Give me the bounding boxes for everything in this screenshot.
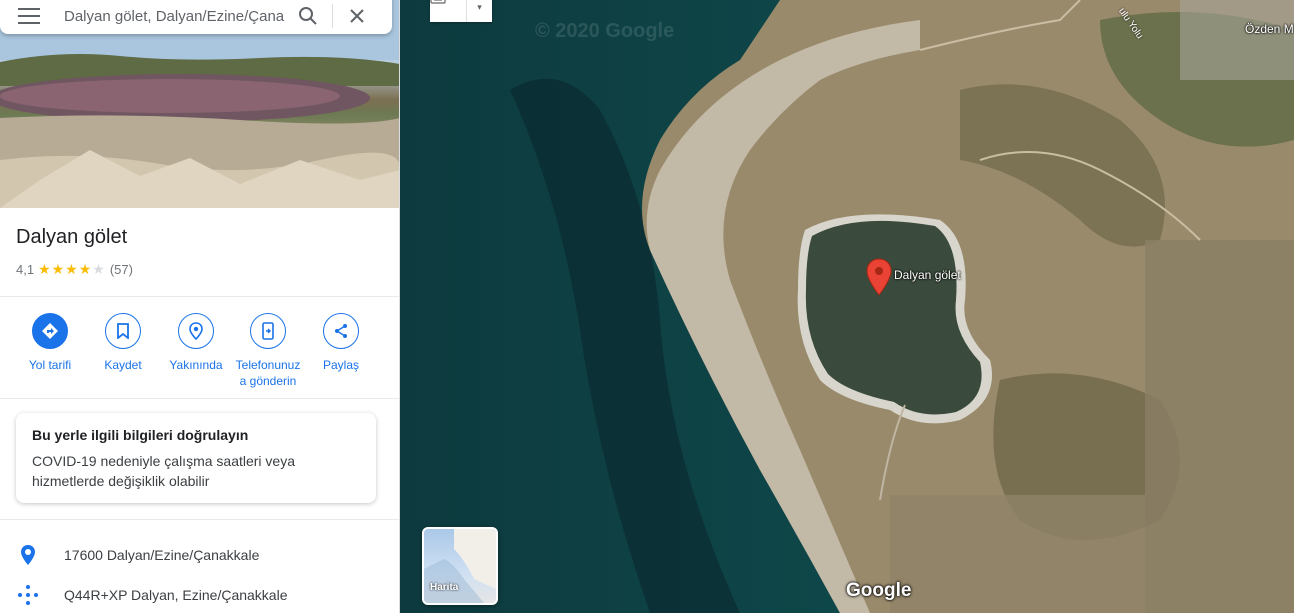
place-photo[interactable] [0,0,399,208]
share-icon [323,313,359,349]
action-bar: Yol tarifi Kaydet Yakınında Telefonunuz … [0,313,399,393]
save-button[interactable]: Kaydet [86,313,160,373]
town-label-text: Özden M [1245,22,1294,36]
plus-code-text: Q44R+XP Dalyan, Ezine/Çanakkale [64,587,288,603]
satellite-map[interactable]: © 2020 Google ▾ ulu Yolu Özden M Dalyan … [400,0,1294,613]
town-label[interactable]: Özden M [1245,22,1294,36]
rating-stars: ★★★★★ [38,261,106,277]
save-label: Kaydet [104,358,142,372]
card-title: Bu yerle ilgili bilgileri doğrulayın [32,427,249,443]
send-to-phone-icon [250,313,286,349]
rating-value: 4,1 [16,262,35,277]
nearby-label: Yakınında [169,358,223,372]
keyboard-shortcuts-button[interactable]: ▾ [430,0,492,22]
divider [0,519,399,520]
close-icon[interactable] [343,2,371,30]
directions-icon [32,313,68,349]
search-divider [332,4,333,28]
send-to-phone-button[interactable]: Telefonunuz a gönderin [231,313,305,389]
plus-code-icon [16,584,40,606]
search-icon[interactable] [294,2,322,30]
divider [0,296,399,297]
bookmark-icon [105,313,141,349]
address-text: 17600 Dalyan/Ezine/Çanakkale [64,547,260,563]
verify-info-card[interactable]: Bu yerle ilgili bilgileri doğrulayın COV… [16,413,376,503]
satellite-imagery [400,0,1294,613]
send-to-phone-label-line1: Telefonunuz [235,358,301,372]
map-marker-icon[interactable] [866,258,892,296]
review-count[interactable]: (57) [110,262,133,277]
search-input[interactable] [62,6,286,26]
directions-button[interactable]: Yol tarifi [13,313,87,373]
card-body: COVID-19 nedeniyle çalışma saatleri veya… [32,453,296,489]
address-row[interactable]: 17600 Dalyan/Ezine/Çanakkale [0,540,399,570]
directions-label: Yol tarifi [28,358,72,372]
map-watermark: © 2020 Google [535,20,675,42]
place-panel: Dalyan gölet 4,1 ★★★★★ (57) Yol tarifi K… [0,0,400,613]
divider [0,398,399,399]
marker-label[interactable]: Dalyan gölet [894,268,961,282]
google-logo: Google [846,580,912,601]
plus-code-row[interactable]: Q44R+XP Dalyan, Ezine/Çanakkale [0,580,399,610]
nearby-icon [178,313,214,349]
rating-row: 4,1 ★★★★★ (57) [16,261,133,278]
nearby-button[interactable]: Yakınında [159,313,233,373]
map-layer-toggle[interactable]: Harita [422,527,498,605]
search-bar [0,0,392,34]
layer-label: Harita [430,582,459,593]
keyboard-icon [430,0,467,22]
send-to-phone-label-line2: a gönderin [239,374,297,388]
share-label: Paylaş [322,358,360,372]
location-pin-icon [16,544,40,566]
menu-icon[interactable] [18,8,40,24]
share-button[interactable]: Paylaş [304,313,378,373]
place-title: Dalyan gölet [16,226,128,248]
chevron-down-icon: ▾ [477,1,482,12]
